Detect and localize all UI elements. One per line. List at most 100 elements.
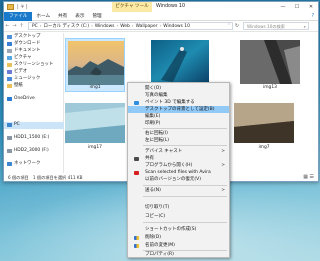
image-thumbnail bbox=[65, 103, 125, 143]
menu-item-label: ペイント 3D で編集する bbox=[145, 100, 195, 105]
menu-item-edit-photo[interactable]: 写真の編集 bbox=[128, 92, 229, 99]
onedrive-icon bbox=[7, 97, 12, 101]
menu-item-open[interactable]: 開く(O) bbox=[128, 85, 229, 92]
breadcrumb-pc[interactable]: PC bbox=[32, 24, 38, 29]
address-dropdown-icon[interactable]: ˅ bbox=[228, 24, 230, 29]
nav-item-label: ダウンロード bbox=[14, 41, 41, 46]
close-button[interactable]: ✕ bbox=[304, 2, 318, 12]
nav-item-screenshots[interactable]: スクリーンショット bbox=[7, 62, 53, 68]
minimize-button[interactable]: — bbox=[276, 2, 290, 12]
nav-item-wallpapers[interactable]: 壁紙 bbox=[7, 83, 23, 89]
desktop-icon bbox=[7, 35, 12, 39]
menu-item-label: デバイス キャスト bbox=[145, 149, 183, 154]
menu-item-label: コピー(C) bbox=[145, 214, 166, 219]
file-tile-img17[interactable]: img17 bbox=[65, 103, 125, 153]
menu-item-label: 切り取り(T) bbox=[145, 205, 170, 210]
chevron-right-icon: > bbox=[221, 149, 225, 154]
nav-item-downloads[interactable]: ダウンロード bbox=[7, 41, 40, 47]
up-button[interactable]: ↑ bbox=[18, 23, 25, 29]
menu-item-open-with[interactable]: プログラムから開く(H) > bbox=[128, 162, 229, 169]
menu-separator bbox=[143, 185, 227, 186]
tab-manage[interactable]: 管理 bbox=[88, 12, 105, 21]
help-icon[interactable]: ? bbox=[311, 14, 314, 19]
menu-item-share[interactable]: 共有 bbox=[128, 155, 229, 162]
nav-item-hdd1[interactable]: HDD1_1500 (E:) bbox=[7, 135, 49, 141]
breadcrumb-windows10[interactable]: Windows 10 bbox=[163, 24, 190, 29]
breadcrumb-windows[interactable]: Windows bbox=[95, 24, 115, 29]
menu-separator bbox=[143, 222, 227, 223]
nav-item-pictures[interactable]: ピクチャ bbox=[7, 55, 32, 61]
nav-item-onedrive[interactable]: OneDrive bbox=[7, 96, 35, 102]
menu-item-print[interactable]: 印刷(P) bbox=[128, 120, 229, 127]
search-input[interactable]: Windows 10の検索 ⌕ bbox=[243, 22, 309, 30]
menu-item-delete[interactable]: 削除(D) bbox=[128, 234, 229, 241]
window-title: Windows 10 bbox=[156, 4, 186, 9]
nav-item-documents[interactable]: ドキュメント bbox=[7, 48, 40, 54]
breadcrumb-wallpaper[interactable]: Wallpaper bbox=[136, 24, 158, 29]
nav-item-desktop[interactable]: デスクトップ bbox=[7, 34, 40, 40]
image-thumbnail bbox=[151, 40, 209, 84]
file-tile-img13[interactable]: img13 bbox=[240, 40, 300, 92]
menu-item-properties[interactable]: プロパティ(R) bbox=[128, 251, 229, 258]
paint3d-icon bbox=[134, 100, 139, 105]
file-tile-img1[interactable]: img1 bbox=[65, 38, 125, 92]
menu-item-cut[interactable]: 切り取り(T) bbox=[128, 204, 229, 211]
menu-item-scan-avira[interactable]: Scan selected files with Avira bbox=[128, 169, 229, 176]
folder-icon[interactable] bbox=[7, 4, 14, 10]
menu-item-restore-previous-versions[interactable]: 以前のバージョンの復元(V) bbox=[128, 176, 229, 183]
menu-item-send-to[interactable]: 送る(N) > bbox=[128, 187, 229, 194]
tab-share[interactable]: 共有 bbox=[54, 12, 71, 21]
menu-item-copy[interactable]: コピー(C) bbox=[128, 213, 229, 220]
nav-item-music[interactable]: ミュージック bbox=[7, 76, 40, 82]
nav-item-label: OneDrive bbox=[14, 96, 35, 101]
nav-item-videos[interactable]: ビデオ bbox=[7, 69, 27, 75]
drive-icon bbox=[7, 136, 12, 140]
image-thumbnail bbox=[234, 103, 294, 143]
breadcrumb-separator: › bbox=[159, 23, 162, 29]
refresh-button[interactable]: ↻ bbox=[233, 23, 241, 29]
breadcrumb-separator: › bbox=[131, 23, 134, 29]
share-icon bbox=[134, 156, 139, 161]
nav-item-label: HDD1_1500 (E:) bbox=[14, 135, 50, 140]
file-tile-img7[interactable]: img7 bbox=[234, 103, 294, 153]
menu-item-set-desktop-background[interactable]: デスクトップの背景として設定(B) bbox=[128, 106, 229, 113]
menu-item-rotate-right[interactable]: 右に回転(I) bbox=[128, 130, 229, 137]
menu-item-label: 送る(N) bbox=[145, 188, 161, 193]
navigation-pane: デスクトップ ダウンロード ドキュメント ピクチャ スクリーンショット ビデオ … bbox=[4, 33, 64, 173]
breadcrumb-web[interactable]: Web bbox=[120, 24, 130, 29]
folder-icon bbox=[7, 84, 12, 88]
nav-item-label: ビデオ bbox=[14, 69, 28, 74]
nav-item-label: 壁紙 bbox=[14, 83, 23, 88]
menu-item-rotate-left[interactable]: 左に回転(L) bbox=[128, 137, 229, 144]
drive-icon bbox=[7, 149, 12, 153]
breadcrumb-local-disk[interactable]: ローカル ディスク (C:) bbox=[43, 23, 89, 29]
menu-item-label: 右に回転(I) bbox=[145, 131, 168, 136]
menu-item-label: 名前の変更(M) bbox=[145, 243, 175, 248]
file-name: img13 bbox=[263, 85, 277, 90]
network-icon bbox=[7, 162, 12, 166]
nav-item-hdd2[interactable]: HDD2_3000 (F:) bbox=[7, 148, 49, 154]
tab-view[interactable]: 表示 bbox=[71, 12, 88, 21]
menu-item-edit-paint3d[interactable]: ペイント 3D で編集する bbox=[128, 99, 229, 106]
nav-item-network[interactable]: ネットワーク bbox=[7, 161, 40, 167]
menu-separator bbox=[143, 196, 227, 197]
view-toggle-icons[interactable]: ▦ ☰ bbox=[303, 173, 314, 181]
documents-icon bbox=[7, 49, 12, 53]
maximize-button[interactable]: ☐ bbox=[290, 2, 304, 12]
forward-button[interactable]: → bbox=[11, 23, 18, 29]
tab-file[interactable]: ファイル bbox=[4, 11, 33, 21]
picture-tools-tab[interactable]: ピクチャ ツール bbox=[112, 2, 152, 12]
menu-item-cast-to-device[interactable]: デバイス キャスト > bbox=[128, 148, 229, 155]
menu-item-create-shortcut[interactable]: ショートカットの作成(S) bbox=[128, 226, 229, 233]
menu-item-rename[interactable]: 名前の変更(M) bbox=[128, 242, 229, 249]
address-bar[interactable]: PC › ローカル ディスク (C:) › Windows › Web › Wa… bbox=[28, 22, 233, 30]
breadcrumb-separator: › bbox=[116, 23, 119, 29]
menu-item-edit[interactable]: 編集(E) bbox=[128, 113, 229, 120]
avira-icon bbox=[134, 170, 139, 175]
tab-home[interactable]: ホーム bbox=[32, 12, 54, 21]
quick-access-toolbar[interactable]: | ∓ | bbox=[17, 4, 28, 10]
menu-item-label: ショートカットの作成(S) bbox=[145, 227, 197, 232]
music-icon bbox=[7, 77, 12, 81]
nav-item-pc[interactable]: PC bbox=[7, 122, 20, 128]
back-button[interactable]: ← bbox=[4, 23, 11, 29]
